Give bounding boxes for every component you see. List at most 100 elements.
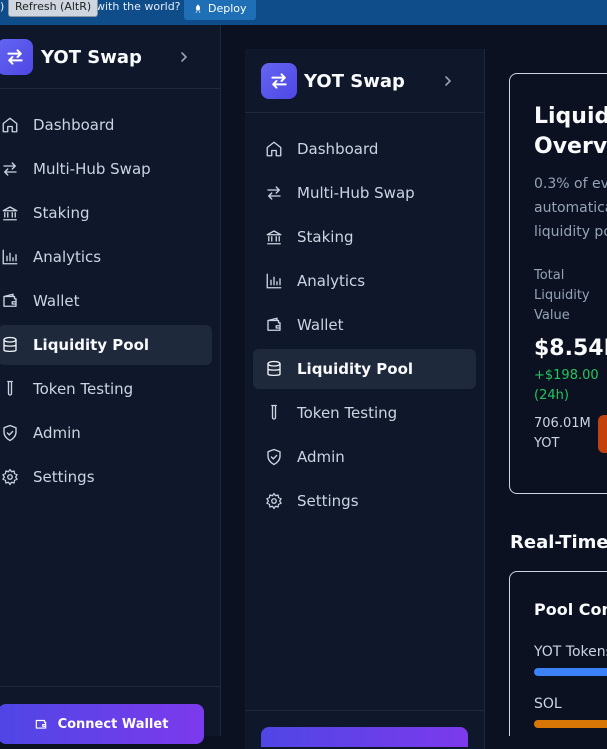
sidebar-header: YOT Swap bbox=[245, 49, 484, 113]
change-period: (24h) bbox=[534, 388, 569, 403]
logo-icon bbox=[0, 39, 33, 75]
sidebar-item-wallet[interactable]: Wallet bbox=[253, 305, 476, 345]
sidebar-secondary: YOT Swap Dashboard Multi-Hub Swap Stakin… bbox=[245, 49, 485, 749]
sidebar-item-label: Admin bbox=[33, 424, 81, 442]
collapse-chevron-icon[interactable] bbox=[442, 75, 454, 87]
page-title: Liquid Overvi bbox=[534, 102, 607, 162]
sidebar-item-analytics[interactable]: Analytics bbox=[253, 261, 476, 301]
database-icon bbox=[265, 360, 283, 378]
main-content: Liquid Overvi 0.3% of ev automatica liqu… bbox=[485, 25, 607, 736]
brand-name: YOT Swap bbox=[41, 47, 142, 68]
sol-label: SOL bbox=[534, 696, 562, 712]
shield-icon bbox=[265, 448, 283, 466]
sidebar-item-label: Multi-Hub Swap bbox=[297, 184, 415, 202]
connect-wallet-button[interactable] bbox=[261, 727, 468, 747]
sidebar-item-label: Liquidity Pool bbox=[33, 336, 150, 354]
toolbar-glyph: ) bbox=[0, 0, 5, 13]
sidebar-item-label: Staking bbox=[297, 228, 354, 246]
bar-chart-icon bbox=[1, 248, 19, 266]
sidebar-item-label: Settings bbox=[297, 492, 359, 510]
action-button[interactable] bbox=[598, 415, 607, 453]
realtime-heading: Real-Time bbox=[510, 532, 607, 553]
wallet-icon bbox=[1, 292, 19, 310]
connect-wallet-label: Connect Wallet bbox=[57, 716, 169, 732]
swap-icon bbox=[1, 160, 19, 178]
sidebar-item-dashboard[interactable]: Dashboard bbox=[0, 105, 212, 145]
composition-title: Pool Con bbox=[534, 600, 607, 619]
sidebar-item-label: Wallet bbox=[297, 316, 344, 334]
connect-wallet-button[interactable]: Connect Wallet bbox=[0, 704, 204, 744]
yot-amount: 706.01M YOT bbox=[534, 414, 591, 454]
bank-icon bbox=[265, 228, 283, 246]
sidebar-item-label: Token Testing bbox=[33, 380, 134, 398]
liquidity-overview-card: Liquid Overvi 0.3% of ev automatica liqu… bbox=[509, 73, 607, 494]
pool-composition-card: Pool Con YOT Tokens SOL bbox=[509, 571, 607, 736]
wallet-icon bbox=[265, 316, 283, 334]
gear-icon bbox=[1, 468, 19, 486]
bar-chart-icon bbox=[265, 272, 283, 290]
sidebar-item-label: Token Testing bbox=[297, 404, 398, 422]
sidebar-item-analytics[interactable]: Analytics bbox=[0, 237, 212, 277]
sidebar-item-label: Admin bbox=[297, 448, 345, 466]
total-liquidity-value: $8.54K bbox=[534, 336, 607, 361]
change-amount: +$198.00 bbox=[534, 368, 599, 383]
collapse-chevron-icon[interactable] bbox=[178, 51, 190, 63]
deploy-button[interactable]: Deploy bbox=[184, 0, 256, 20]
sidebar-item-label: Settings bbox=[33, 468, 95, 486]
shield-icon bbox=[1, 424, 19, 442]
prompt-text: with the world? bbox=[96, 0, 181, 13]
swap-icon bbox=[265, 184, 283, 202]
title-line: Overvi bbox=[534, 134, 607, 159]
sidebar-item-settings[interactable]: Settings bbox=[253, 481, 476, 521]
sidebar-item-label: Dashboard bbox=[297, 140, 379, 158]
browser-toolbar: ) with the world? Deploy Refresh (AltR) bbox=[0, 0, 607, 25]
description-line: automatica bbox=[534, 200, 607, 216]
yot-amount-value: 706.01M bbox=[534, 416, 591, 431]
brand-name: YOT Swap bbox=[304, 71, 405, 92]
description-line: 0.3% of ev bbox=[534, 176, 607, 192]
home-icon bbox=[1, 116, 19, 134]
gear-icon bbox=[265, 492, 283, 510]
sidebar-item-liquidity-pool[interactable]: Liquidity Pool bbox=[253, 349, 476, 389]
sidebar-item-settings[interactable]: Settings bbox=[0, 457, 212, 497]
overview-description: 0.3% of ev automatica liquidity po bbox=[534, 172, 607, 244]
label-line: Liquidity bbox=[534, 288, 590, 303]
test-tube-icon bbox=[265, 404, 283, 422]
liquidity-change: +$198.00 (24h) bbox=[534, 366, 599, 406]
sidebar-item-token-testing[interactable]: Token Testing bbox=[253, 393, 476, 433]
total-liquidity-label: Total Liquidity Value bbox=[534, 266, 590, 326]
yot-unit: YOT bbox=[534, 436, 560, 451]
sidebar-item-token-testing[interactable]: Token Testing bbox=[0, 369, 212, 409]
sidebar-primary: YOT Swap Dashboard Multi-Hub Swap Stakin… bbox=[0, 25, 221, 744]
label-line: Value bbox=[534, 308, 570, 323]
sidebar-item-label: Wallet bbox=[33, 292, 80, 310]
sidebar-item-liquidity-pool[interactable]: Liquidity Pool bbox=[0, 325, 212, 365]
sidebar-item-staking[interactable]: Staking bbox=[0, 193, 212, 233]
rocket-icon bbox=[195, 4, 201, 13]
bank-icon bbox=[1, 204, 19, 222]
sidebar-header: YOT Swap bbox=[0, 25, 220, 89]
refresh-tooltip: Refresh (AltR) bbox=[8, 0, 99, 17]
sidebar-item-dashboard[interactable]: Dashboard bbox=[253, 129, 476, 169]
sidebar-item-admin[interactable]: Admin bbox=[253, 437, 476, 477]
title-line: Liquid bbox=[534, 104, 607, 129]
deploy-label: Deploy bbox=[208, 2, 247, 15]
wallet-icon bbox=[34, 717, 48, 731]
sidebar-item-label: Staking bbox=[33, 204, 90, 222]
sidebar-footer bbox=[245, 710, 484, 749]
yot-tokens-label: YOT Tokens bbox=[534, 644, 607, 660]
home-icon bbox=[265, 140, 283, 158]
sidebar-item-multi-hub-swap[interactable]: Multi-Hub Swap bbox=[0, 149, 212, 189]
database-icon bbox=[1, 336, 19, 354]
sidebar-item-admin[interactable]: Admin bbox=[0, 413, 212, 453]
logo-icon bbox=[261, 63, 297, 99]
sidebar-item-label: Dashboard bbox=[33, 116, 115, 134]
test-tube-icon bbox=[1, 380, 19, 398]
description-line: liquidity po bbox=[534, 224, 607, 240]
sidebar-item-wallet[interactable]: Wallet bbox=[0, 281, 212, 321]
sidebar-item-label: Analytics bbox=[297, 272, 366, 290]
sidebar-item-label: Multi-Hub Swap bbox=[33, 160, 151, 178]
sidebar-item-multi-hub-swap[interactable]: Multi-Hub Swap bbox=[253, 173, 476, 213]
sidebar-footer: Connect Wallet bbox=[0, 686, 220, 744]
sidebar-item-staking[interactable]: Staking bbox=[253, 217, 476, 257]
